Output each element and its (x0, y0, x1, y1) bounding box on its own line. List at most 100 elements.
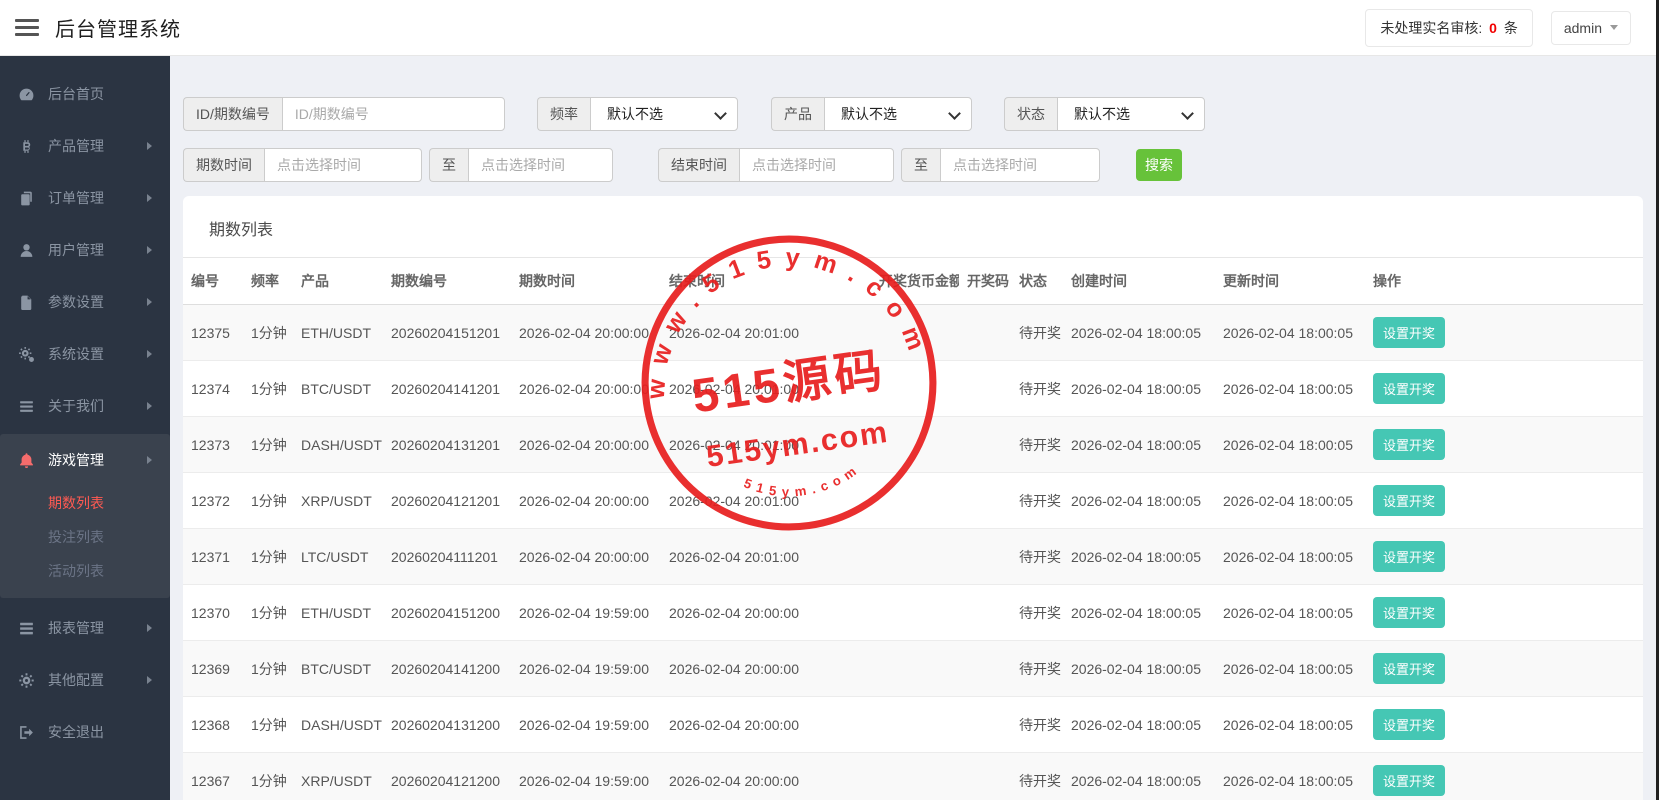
frequency-filter-group: 频率 默认不选 (537, 97, 738, 131)
sidebar-item-home[interactable]: 后台首页 (0, 68, 170, 120)
id-filter-input[interactable] (282, 97, 505, 131)
table-cell (959, 585, 1011, 641)
set-lottery-button[interactable]: 设置开奖 (1373, 597, 1445, 628)
column-header: 创建时间 (1063, 258, 1215, 305)
topbar-right: 未处理实名审核: 0 条 admin (1365, 9, 1631, 47)
table-cell: 2026-02-04 20:01:00 (661, 529, 871, 585)
status-select[interactable]: 默认不选 (1057, 97, 1205, 131)
table-cell: 2026-02-04 20:01:00 (661, 473, 871, 529)
end-time-start-group: 结束时间 (658, 148, 894, 182)
column-header: 结束时间 (661, 258, 871, 305)
table-row: 123701分钟ETH/USDT202602041512002026-02-04… (183, 585, 1643, 641)
user-menu[interactable]: admin (1551, 11, 1631, 45)
sidebar-item-label: 订单管理 (48, 188, 104, 208)
table-row: 123751分钟ETH/USDT202602041512012026-02-04… (183, 305, 1643, 361)
table-cell: 20260204151200 (383, 585, 511, 641)
pending-review-unit: 条 (1504, 20, 1518, 36)
table-cell: 待开奖 (1011, 529, 1063, 585)
sidebar-item-label: 产品管理 (48, 136, 104, 156)
table-cell: 2026-02-04 20:01:00 (661, 361, 871, 417)
report-icon (18, 620, 35, 637)
table-cell: 12373 (183, 417, 243, 473)
table-cell-action: 设置开奖 (1365, 473, 1643, 529)
table-cell: 2026-02-04 18:00:05 (1063, 641, 1215, 697)
sidebar-item-products[interactable]: 产品管理 (0, 120, 170, 172)
column-header: 开奖码 (959, 258, 1011, 305)
filter-row-2: 期数时间 至 结束时间 至 搜索 (183, 148, 1643, 182)
table-cell: BTC/USDT (293, 361, 383, 417)
sidebar-item-games[interactable]: 游戏管理 (0, 434, 170, 486)
set-lottery-button[interactable]: 设置开奖 (1373, 653, 1445, 684)
table-cell: 待开奖 (1011, 697, 1063, 753)
column-header: 期数时间 (511, 258, 661, 305)
table-cell (871, 697, 959, 753)
set-lottery-button[interactable]: 设置开奖 (1373, 373, 1445, 404)
end-time-start-input[interactable] (739, 148, 894, 182)
sidebar-group-games: 游戏管理期数列表投注列表活动列表 (0, 434, 170, 598)
table-cell: 1分钟 (243, 361, 293, 417)
table-cell: 2026-02-04 20:00:00 (661, 585, 871, 641)
sidebar-subitem-activities[interactable]: 活动列表 (0, 554, 170, 588)
sidebar-item-users[interactable]: 用户管理 (0, 224, 170, 276)
table-cell: 12368 (183, 697, 243, 753)
table-cell: 2026-02-04 20:00:00 (511, 529, 661, 585)
app-title: 后台管理系统 (55, 13, 181, 42)
user-icon (18, 242, 35, 259)
table-cell: 待开奖 (1011, 753, 1063, 800)
table-cell: 2026-02-04 20:00:00 (661, 641, 871, 697)
issues-table: 编号频率产品期数编号期数时间结束时间开奖货币金额开奖码状态创建时间更新时间操作 … (183, 257, 1643, 800)
chevron-right-icon (147, 456, 152, 464)
table-cell: 2026-02-04 20:00:00 (661, 753, 871, 800)
table-cell (871, 641, 959, 697)
table-cell: 1分钟 (243, 529, 293, 585)
sidebar-item-label: 报表管理 (48, 618, 104, 638)
orders-icon (18, 190, 35, 207)
set-lottery-button[interactable]: 设置开奖 (1373, 765, 1445, 796)
search-button[interactable]: 搜索 (1136, 149, 1182, 181)
status-filter-group: 状态 默认不选 (1004, 97, 1205, 131)
pending-review-badge[interactable]: 未处理实名审核: 0 条 (1365, 9, 1532, 47)
table-cell: 2026-02-04 20:00:00 (661, 697, 871, 753)
sidebar-item-orders[interactable]: 订单管理 (0, 172, 170, 224)
set-lottery-button[interactable]: 设置开奖 (1373, 317, 1445, 348)
issue-time-start-input[interactable] (264, 148, 422, 182)
sidebar-item-about[interactable]: 关于我们 (0, 380, 170, 432)
product-select[interactable]: 默认不选 (824, 97, 972, 131)
table-cell: 20260204131201 (383, 417, 511, 473)
set-lottery-button[interactable]: 设置开奖 (1373, 429, 1445, 460)
table-cell (959, 305, 1011, 361)
chevron-right-icon (147, 194, 152, 202)
menu-icon[interactable] (15, 15, 39, 40)
table-cell (871, 417, 959, 473)
issue-time-end-input[interactable] (468, 148, 613, 182)
sidebar-item-params[interactable]: 参数设置 (0, 276, 170, 328)
frequency-select[interactable]: 默认不选 (590, 97, 738, 131)
sidebar-subitem-bets[interactable]: 投注列表 (0, 520, 170, 554)
end-time-label: 结束时间 (658, 148, 739, 182)
table-cell: 2026-02-04 18:00:05 (1215, 361, 1365, 417)
set-lottery-button[interactable]: 设置开奖 (1373, 709, 1445, 740)
sidebar-item-reports[interactable]: 报表管理 (0, 602, 170, 654)
table-cell (959, 529, 1011, 585)
set-lottery-button[interactable]: 设置开奖 (1373, 485, 1445, 516)
table-cell: 1分钟 (243, 697, 293, 753)
sidebar-item-system[interactable]: 系统设置 (0, 328, 170, 380)
column-header: 操作 (1365, 258, 1643, 305)
chevron-right-icon (147, 676, 152, 684)
end-time-end-input[interactable] (940, 148, 1100, 182)
sidebar-subitem-issues[interactable]: 期数列表 (0, 486, 170, 520)
table-cell: 2026-02-04 18:00:05 (1215, 585, 1365, 641)
table-cell: 12369 (183, 641, 243, 697)
set-lottery-button[interactable]: 设置开奖 (1373, 541, 1445, 572)
sidebar-item-other[interactable]: 其他配置 (0, 654, 170, 706)
table-row: 123681分钟DASH/USDT202602041312002026-02-0… (183, 697, 1643, 753)
table-cell: 2026-02-04 19:59:00 (511, 585, 661, 641)
table-cell (871, 473, 959, 529)
sidebar-item-logout[interactable]: 安全退出 (0, 706, 170, 758)
table-cell: 1分钟 (243, 753, 293, 800)
end-time-end-group: 至 (901, 148, 1100, 182)
table-cell (959, 753, 1011, 800)
table-cell (871, 585, 959, 641)
table-cell (871, 529, 959, 585)
chevron-down-icon (1610, 25, 1618, 30)
